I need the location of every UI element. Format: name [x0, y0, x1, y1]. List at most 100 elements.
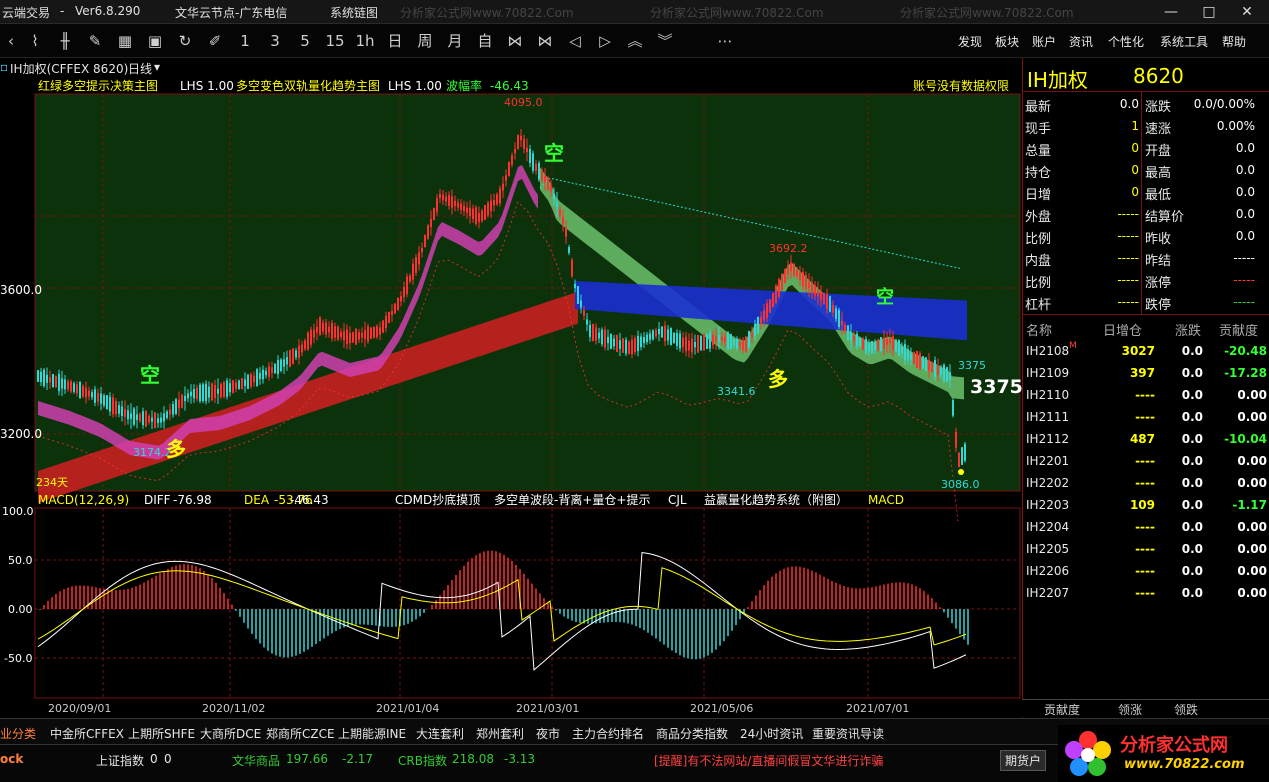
- line-chart-icon[interactable]: ⌇: [24, 30, 46, 52]
- quote-value: 0.0: [1183, 185, 1255, 199]
- contract-name[interactable]: IH2202: [1026, 476, 1069, 490]
- brush-icon[interactable]: ✎: [84, 30, 106, 52]
- tab-cffex[interactable]: 中金所CFFEX: [50, 725, 124, 742]
- tab-shfe[interactable]: 上期所SHFE: [128, 725, 195, 742]
- contract-name[interactable]: IH2109: [1026, 366, 1069, 380]
- indicator1-name[interactable]: 红绿多空提示决策主图: [38, 78, 158, 93]
- indicator2-name[interactable]: 多空变色双轨量化趋势主图: [236, 78, 380, 93]
- sub-tab-cdmd[interactable]: CDMD抄底摸顶: [395, 492, 480, 507]
- period-month[interactable]: 月: [444, 30, 466, 52]
- candle-body: [142, 411, 144, 425]
- candle-body: [826, 294, 828, 309]
- period-day[interactable]: 日: [384, 30, 406, 52]
- contract-name[interactable]: IH2206: [1026, 564, 1069, 578]
- candle-body: [532, 153, 534, 171]
- period-5[interactable]: 5: [294, 30, 316, 52]
- period-15[interactable]: 15: [324, 30, 346, 52]
- candle-body: [448, 195, 450, 206]
- period-label[interactable]: 日线: [128, 60, 152, 77]
- menu-sector[interactable]: 板块: [995, 33, 1019, 50]
- tab-contribution[interactable]: 贡献度: [1044, 701, 1080, 718]
- tab-main-rank[interactable]: 主力合约排名: [572, 725, 644, 742]
- menu-discover[interactable]: 发现: [958, 33, 982, 50]
- candle-body: [694, 342, 696, 347]
- tab-key-news[interactable]: 重要资讯导读: [812, 725, 884, 742]
- tab-24h-news[interactable]: 24小时资讯: [740, 725, 803, 742]
- candle-body: [466, 207, 468, 212]
- minimize-icon[interactable]: —: [1160, 2, 1182, 22]
- arrow-up-icon[interactable]: ︽: [624, 30, 646, 52]
- account-button[interactable]: 期货户: [1000, 750, 1046, 771]
- arrow-left-icon[interactable]: ◁: [564, 30, 586, 52]
- candle-body: [367, 326, 369, 341]
- period-1[interactable]: 1: [234, 30, 256, 52]
- sub-tab-wave[interactable]: 多空单波段-背离+量仓+提示: [494, 492, 650, 507]
- col-increase[interactable]: 日增仓: [1103, 320, 1142, 339]
- col-contribution[interactable]: 贡献度: [1219, 320, 1258, 339]
- sub-tab-cjl[interactable]: CJL: [668, 493, 687, 507]
- sub-tab-trend[interactable]: 益赢量化趋势系统（附图）: [704, 492, 848, 507]
- tab-night[interactable]: 夜市: [536, 725, 560, 742]
- zoom-out-icon[interactable]: ⋈: [534, 30, 556, 52]
- contract-name[interactable]: IH2203: [1026, 498, 1069, 512]
- quote-value: -----: [1183, 273, 1255, 287]
- menu-news[interactable]: 资讯: [1069, 33, 1093, 50]
- more-icon[interactable]: ⋯: [714, 30, 736, 52]
- tab-dalian-arb[interactable]: 大连套利: [416, 725, 464, 742]
- chevron-down-icon[interactable]: ▾: [154, 60, 160, 74]
- sub-tab-macd[interactable]: MACD: [868, 493, 904, 507]
- menu-personalize[interactable]: 个性化: [1108, 33, 1144, 50]
- contract-name[interactable]: IH2205: [1026, 542, 1069, 556]
- contract-name[interactable]: IH2111: [1026, 410, 1069, 424]
- quote-label: 速涨: [1145, 118, 1171, 137]
- period-custom[interactable]: 自: [474, 30, 496, 52]
- period-week[interactable]: 周: [414, 30, 436, 52]
- zoom-fit-icon[interactable]: ⋈: [504, 30, 526, 52]
- period-3[interactable]: 3: [264, 30, 286, 52]
- draw-icon[interactable]: ✐: [204, 30, 226, 52]
- col-name[interactable]: 名称: [1026, 320, 1052, 339]
- chart-area[interactable]: 红绿多空提示决策主图 LHS 1.00 多空变色双轨量化趋势主图 LHS 1.0…: [0, 76, 1022, 718]
- save-icon[interactable]: ▣: [144, 30, 166, 52]
- contract-increase: ----: [1099, 454, 1155, 468]
- candle-body: [787, 266, 789, 275]
- tab-industry[interactable]: 业分类: [0, 725, 36, 742]
- tab-commodity-index[interactable]: 商品分类指数: [656, 725, 728, 742]
- candle-body: [298, 346, 300, 358]
- contract-name[interactable]: IH2108: [1026, 344, 1069, 358]
- tab-dce[interactable]: 大商所DCE: [200, 725, 261, 742]
- menu-account[interactable]: 账户: [1032, 33, 1056, 50]
- tab-czce[interactable]: 郑商所CZCE: [266, 725, 335, 742]
- arrow-down-icon[interactable]: ︾: [654, 30, 676, 52]
- kline-chart[interactable]: 红绿多空提示决策主图 LHS 1.00 多空变色双轨量化趋势主图 LHS 1.0…: [0, 76, 1022, 718]
- contract-name[interactable]: IH2112: [1026, 432, 1069, 446]
- contract-name[interactable]: IH2110: [1026, 388, 1069, 402]
- arrow-right-icon[interactable]: ▷: [594, 30, 616, 52]
- tab-leading-down[interactable]: 领跌: [1174, 701, 1198, 718]
- tab-zhengzhou-arb[interactable]: 郑州套利: [476, 725, 524, 742]
- candle-body: [589, 325, 591, 337]
- contract-increase: ----: [1099, 542, 1155, 556]
- chevron-left-icon[interactable]: ‹: [0, 30, 22, 52]
- close-icon[interactable]: ✕: [1236, 2, 1258, 22]
- candle-body: [292, 349, 294, 364]
- fraud-notice[interactable]: [提醒]有不法网站/直播间假冒文华进行诈骗: [654, 752, 883, 769]
- symbol-name[interactable]: IH加权(CFFEX 8620): [10, 60, 128, 77]
- period-1h[interactable]: 1h: [354, 30, 376, 52]
- menu-help[interactable]: 帮助: [1222, 33, 1246, 50]
- system-menu[interactable]: 系统链图: [330, 4, 378, 21]
- tab-ine[interactable]: 上期能源INE: [338, 725, 406, 742]
- candle-icon[interactable]: ╫: [54, 30, 76, 52]
- refresh-icon[interactable]: ↻: [174, 30, 196, 52]
- candle-body: [403, 287, 405, 297]
- menu-tools[interactable]: 系统工具: [1160, 33, 1208, 50]
- col-change[interactable]: 涨跌: [1175, 320, 1201, 339]
- contract-name[interactable]: IH2201: [1026, 454, 1069, 468]
- macd-name[interactable]: MACD(12,26,9): [38, 493, 129, 507]
- contract-name[interactable]: IH2204: [1026, 520, 1069, 534]
- candle-body: [793, 264, 795, 276]
- layout-icon[interactable]: ▦: [114, 30, 136, 52]
- maximize-icon[interactable]: □: [1198, 2, 1220, 22]
- contract-name[interactable]: IH2207: [1026, 586, 1069, 600]
- tab-leading-up[interactable]: 领涨: [1118, 701, 1142, 718]
